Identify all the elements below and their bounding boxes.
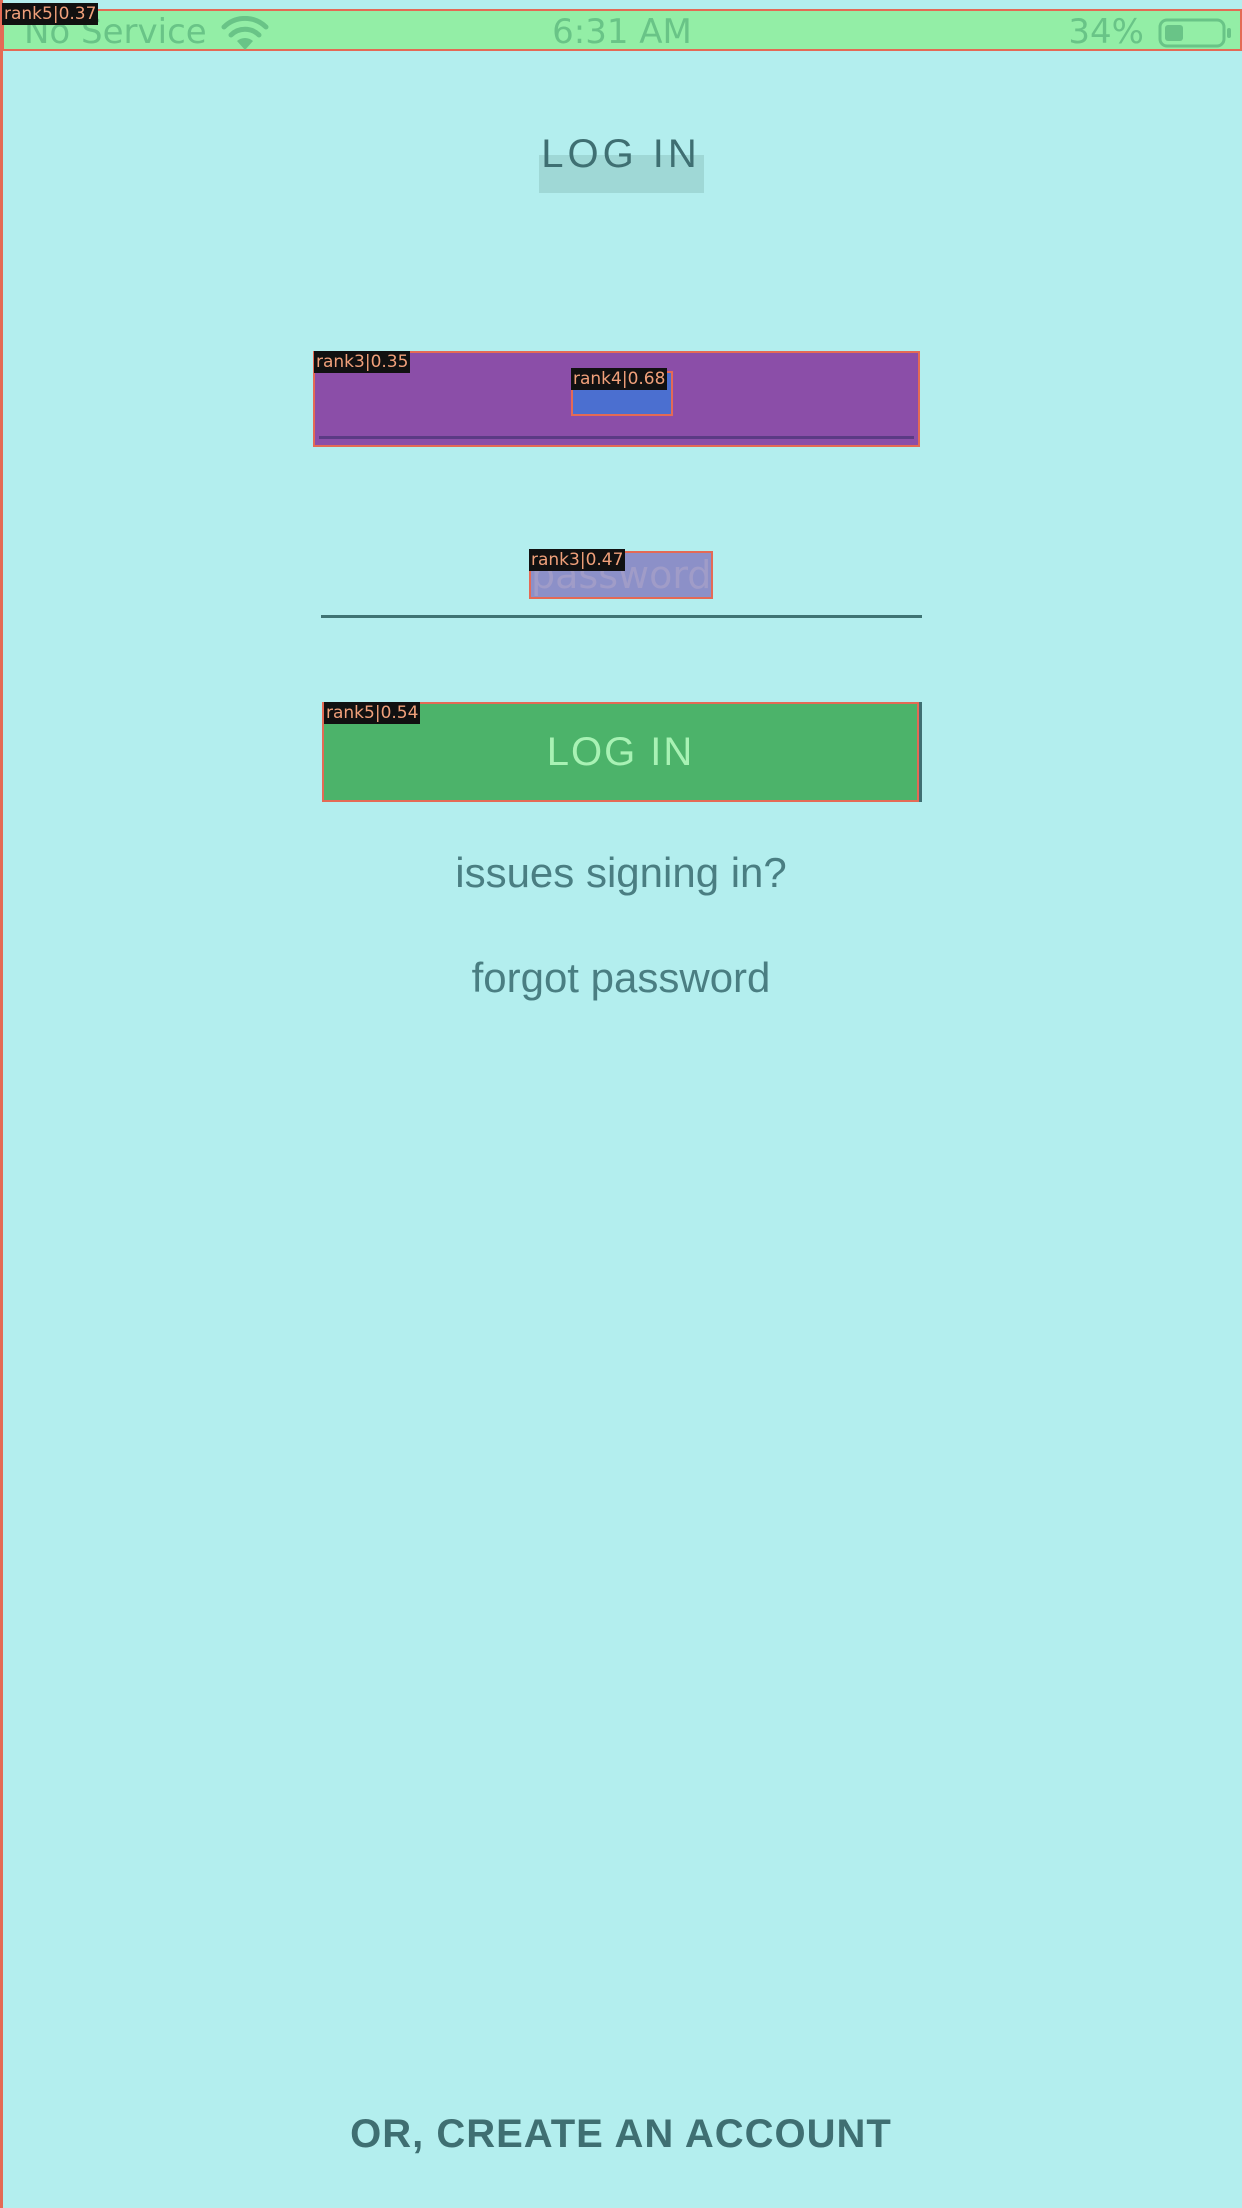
status-bar-annotation-tag: rank5|0.37 [2, 3, 99, 25]
username-placeholder-annotation-tag: rank4|0.68 [571, 368, 668, 390]
username-underline [319, 436, 914, 439]
battery-icon [1158, 18, 1231, 48]
login-button[interactable]: LOG IN rank5|0.54 [322, 702, 919, 802]
forgot-password-link[interactable]: forgot password [0, 953, 1242, 1003]
login-button-label: LOG IN [546, 730, 695, 774]
battery-percent-label: 34% [1068, 12, 1144, 52]
page-title: LOG IN [541, 132, 701, 176]
screen-frame [0, 0, 1242, 2208]
issues-signing-in-link[interactable]: issues signing in? [0, 848, 1242, 898]
status-bar: No Service 6:31 AM 34% rank5|0.37 [2, 3, 1242, 52]
username-field-annotation-tag: rank3|0.35 [314, 351, 411, 373]
login-button-annotation-tag: rank5|0.54 [324, 702, 421, 724]
create-account-link[interactable]: OR, CREATE AN ACCOUNT [0, 2110, 1242, 2158]
password-underline [321, 615, 922, 618]
password-placeholder-annotation-tag: rank3|0.47 [529, 549, 626, 571]
clock-label: 6:31 AM [552, 12, 692, 52]
